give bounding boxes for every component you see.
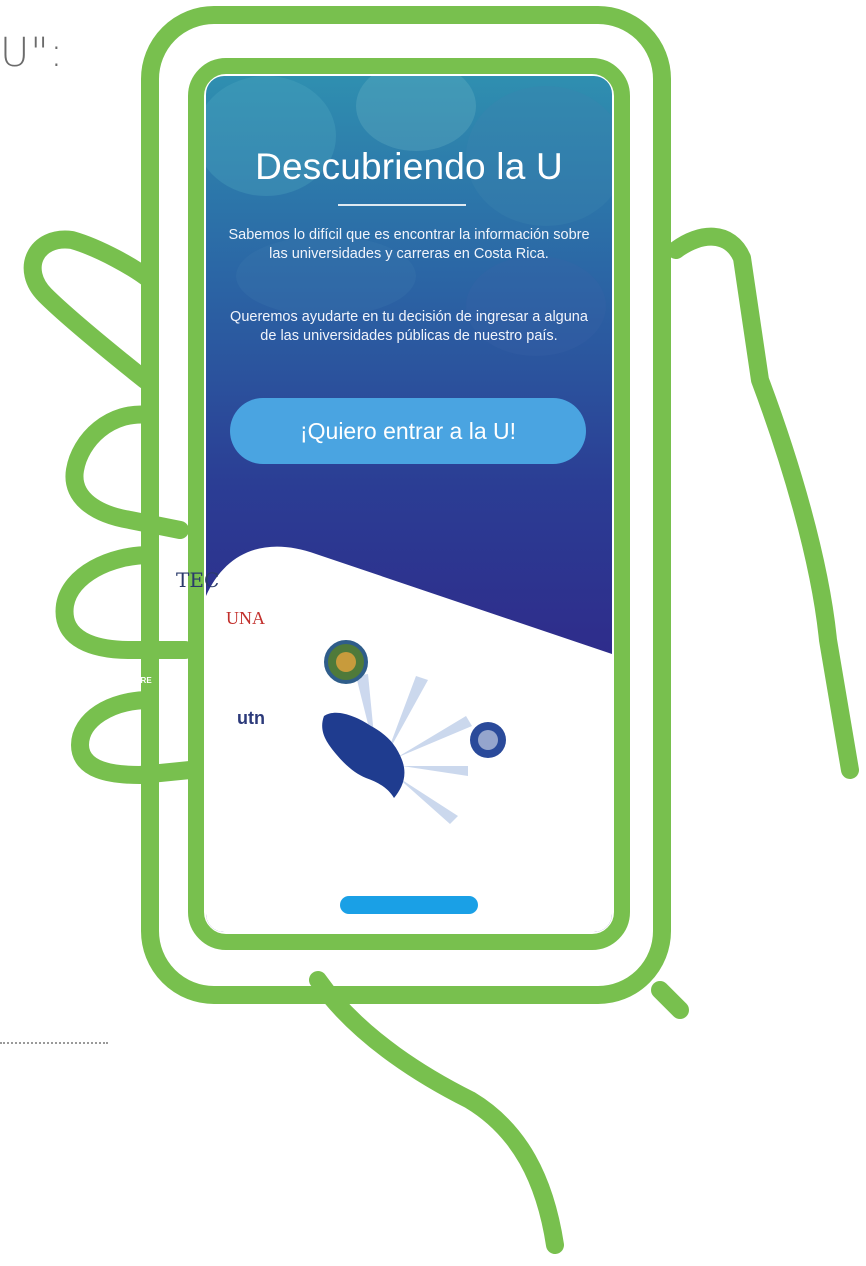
uned-seal-icon bbox=[470, 722, 506, 758]
finger-3-outline bbox=[55, 546, 194, 659]
tec-logo-text: TEC bbox=[176, 568, 220, 592]
thumb-outline bbox=[667, 227, 859, 779]
utn-logo-text: utn bbox=[237, 708, 265, 728]
ucr-seal-icon bbox=[324, 640, 368, 684]
university-logos-graphic bbox=[322, 640, 506, 824]
una-logo-text: UNA bbox=[226, 608, 265, 628]
conare-logo-text: CONARE bbox=[117, 676, 152, 685]
finger-2-outline bbox=[65, 405, 189, 539]
finger-4-outline bbox=[71, 691, 199, 784]
finger-1-outline bbox=[23, 230, 159, 389]
costa-rica-map-icon bbox=[322, 712, 405, 798]
wrist-outline bbox=[309, 971, 564, 1254]
palm-bottom-outline bbox=[651, 981, 689, 1019]
